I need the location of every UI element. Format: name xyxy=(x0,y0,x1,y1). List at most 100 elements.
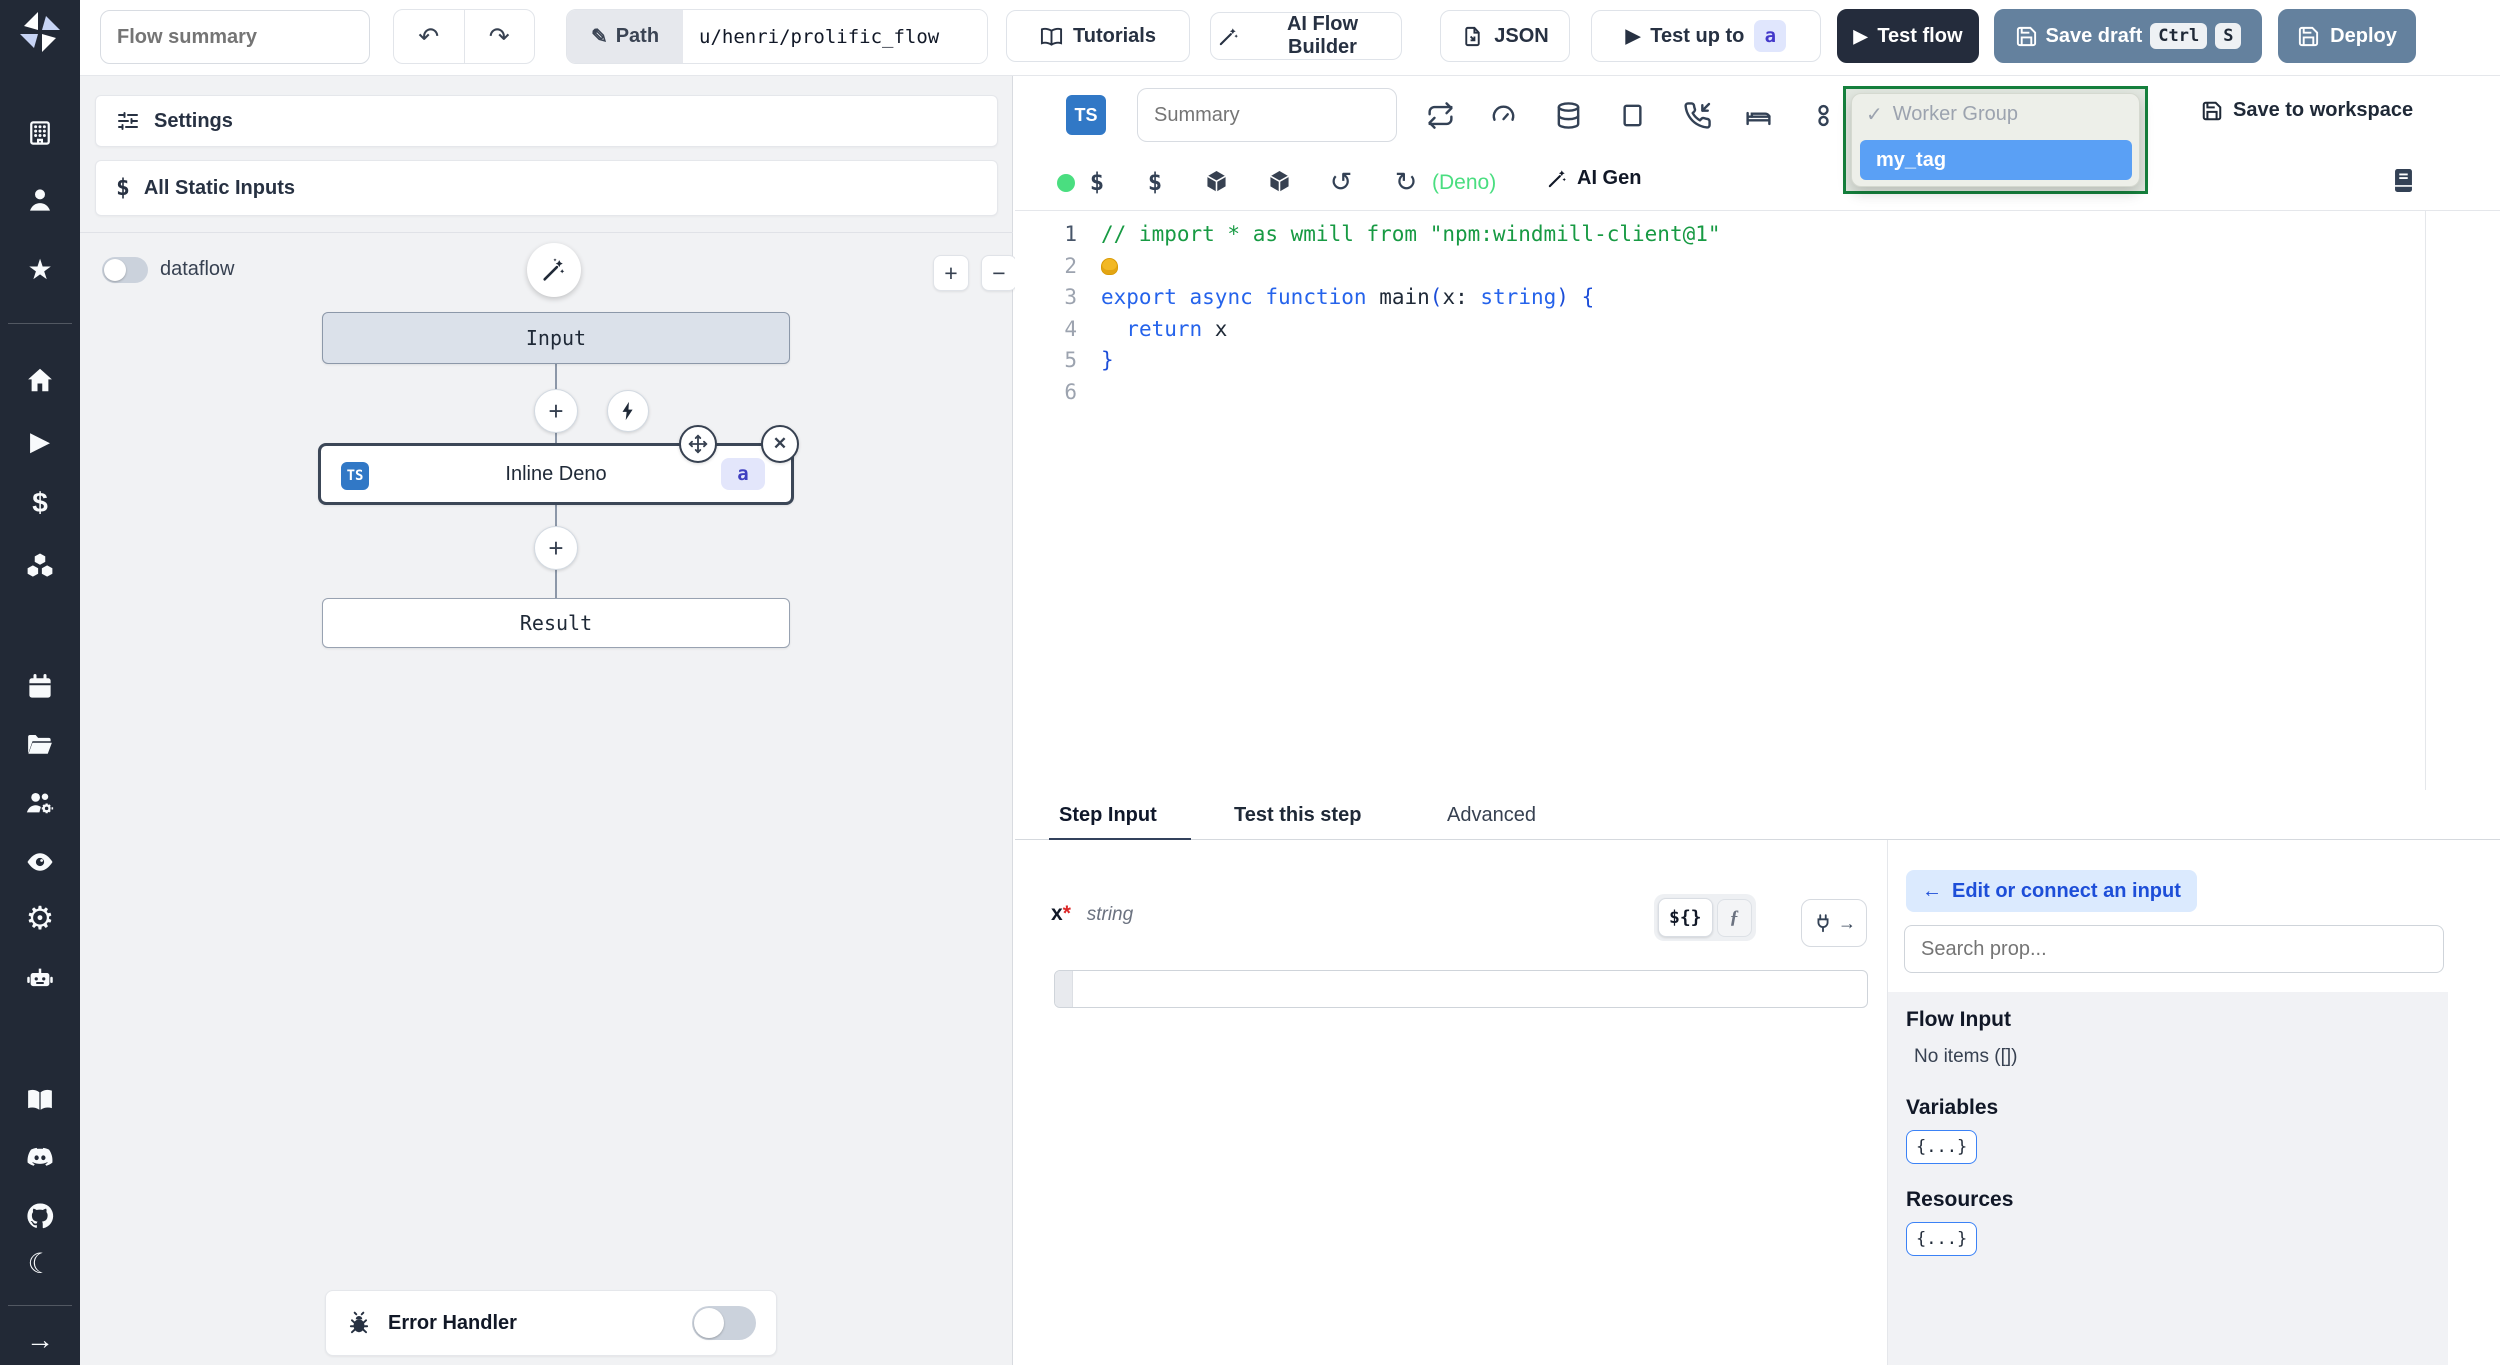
node-inline-deno[interactable]: TS Inline Deno a xyxy=(318,443,794,505)
flow-input-empty: No items ([]) xyxy=(1914,1046,2018,1067)
resources-object-button[interactable]: {...} xyxy=(1906,1222,1978,1256)
flow-settings-button[interactable]: Settings xyxy=(95,95,998,147)
variables-dollar-icon[interactable]: $ xyxy=(1079,164,1115,200)
ai-gen-button[interactable]: AI Gen xyxy=(1540,166,1647,191)
windmill-logo-icon[interactable] xyxy=(16,8,64,56)
summary-input[interactable] xyxy=(1137,88,1397,142)
save-icon xyxy=(2297,25,2320,48)
node-result[interactable]: Result xyxy=(322,598,790,648)
add-step-button[interactable]: + xyxy=(534,389,578,433)
save-icon xyxy=(2201,100,2223,122)
prop-picker-panel: ← Edit or connect an input Flow Input No… xyxy=(1887,840,2500,1365)
path-button[interactable]: ✎ Path xyxy=(567,10,683,63)
add-step-button[interactable]: + xyxy=(534,526,578,570)
undo-button[interactable]: ↶ xyxy=(394,10,465,63)
save-icon xyxy=(2015,25,2038,48)
folders-icon[interactable] xyxy=(22,727,58,763)
tab-test-this-step[interactable]: Test this step xyxy=(1234,790,1361,840)
dollar-icon: $ xyxy=(116,175,130,201)
play-icon: ▶ xyxy=(1853,25,1868,46)
docs-book-icon[interactable] xyxy=(22,1082,58,1118)
worker-tag-option-selected[interactable]: my_tag xyxy=(1860,140,2132,180)
json-button[interactable]: JSON xyxy=(1440,10,1570,62)
deno-lang-hint: (Deno) xyxy=(1432,171,1497,194)
flow-summary-input[interactable] xyxy=(100,10,370,64)
tutorials-button[interactable]: Tutorials xyxy=(1006,10,1190,62)
zoom-out-button[interactable]: − xyxy=(981,255,1017,291)
all-static-inputs-button[interactable]: $ All Static Inputs xyxy=(95,160,998,216)
test-flow-button[interactable]: ▶ Test flow xyxy=(1837,9,1979,63)
typescript-badge: TS xyxy=(341,462,369,490)
dataflow-toggle[interactable] xyxy=(102,257,148,283)
save-draft-button[interactable]: Save draft Ctrl S xyxy=(1994,9,2262,63)
variables-dollar-icon[interactable]: $ xyxy=(22,485,58,521)
redo-button[interactable]: ↷ xyxy=(465,10,535,63)
resources-boxes-icon[interactable] xyxy=(22,548,58,584)
field-label: x* string xyxy=(1051,902,1133,926)
editor-gutter xyxy=(1055,971,1073,1007)
cache-database-icon[interactable] xyxy=(1550,97,1586,133)
tab-step-input[interactable]: Step Input xyxy=(1049,790,1191,841)
static-dollar-icon[interactable]: $ xyxy=(1137,164,1173,200)
package-cube-icon[interactable] xyxy=(1198,164,1234,200)
test-up-to-button[interactable]: ▶ Test up to a xyxy=(1591,10,1821,62)
edit-or-connect-button[interactable]: ← Edit or connect an input xyxy=(1906,870,2197,912)
concurrency-voicemail-icon[interactable] xyxy=(1805,97,1841,133)
value-editor[interactable] xyxy=(1054,970,1868,1008)
zoom-in-button[interactable]: + xyxy=(933,255,969,291)
expr-mode-button[interactable]: ${} xyxy=(1658,898,1713,937)
move-step-button[interactable] xyxy=(679,425,717,463)
tab-advanced[interactable]: Advanced xyxy=(1447,790,1536,840)
sidebar-divider xyxy=(8,323,72,324)
collapse-arrow-icon[interactable]: → xyxy=(22,1322,58,1358)
discord-icon[interactable] xyxy=(22,1140,58,1176)
github-icon[interactable] xyxy=(22,1198,58,1234)
groups-icon[interactable] xyxy=(22,785,58,821)
suspend-phone-icon[interactable] xyxy=(1679,97,1715,133)
settings-gear-icon[interactable]: ⚙ xyxy=(22,900,58,936)
ai-flow-builder-button[interactable]: AI Flow Builder xyxy=(1210,12,1402,60)
code-editor[interactable]: 123456 // import * as wmill from "npm:wi… xyxy=(1015,210,2500,791)
home-icon[interactable] xyxy=(22,362,58,398)
lang-ready-dot xyxy=(1057,174,1075,192)
book-open-icon xyxy=(1040,25,1063,48)
connect-input-button[interactable]: → xyxy=(1801,899,1867,947)
kbd-s: S xyxy=(2215,23,2242,49)
package-cube-icon[interactable] xyxy=(1261,164,1297,200)
ai-robot-icon[interactable] xyxy=(22,960,58,996)
sleep-bed-icon[interactable] xyxy=(1740,97,1776,133)
favorites-star-icon[interactable]: ★ xyxy=(22,252,58,288)
save-to-workspace-button[interactable]: Save to workspace xyxy=(2195,98,2419,123)
error-handler-toggle[interactable] xyxy=(692,1306,756,1340)
panel-divider xyxy=(80,232,1013,233)
mock-square-icon[interactable] xyxy=(1614,97,1650,133)
reload-rotate-cw-icon[interactable]: ↻ xyxy=(1388,164,1424,200)
magic-wand-icon xyxy=(1546,167,1569,190)
runs-play-icon[interactable]: ▶ xyxy=(22,423,58,459)
node-input[interactable]: Input xyxy=(322,312,790,364)
delete-step-button[interactable]: ✕ xyxy=(761,425,799,463)
worker-group-option[interactable]: ✓ Worker Group xyxy=(1866,102,2018,127)
search-prop-input[interactable] xyxy=(1904,925,2444,973)
audit-eye-icon[interactable] xyxy=(22,844,58,880)
value-input[interactable] xyxy=(1081,971,1851,1007)
variables-object-button[interactable]: {...} xyxy=(1906,1130,1978,1164)
gauge-icon[interactable] xyxy=(1485,97,1521,133)
user-icon[interactable] xyxy=(22,182,58,218)
lightbulb-icon[interactable] xyxy=(1101,257,1118,275)
dark-mode-moon-icon[interactable]: ☾ xyxy=(22,1246,58,1282)
error-handler-card[interactable]: Error Handler xyxy=(325,1290,777,1356)
step-input-panel: x* string ${} ƒ → xyxy=(1015,840,1887,1365)
library-book-icon[interactable] xyxy=(2385,162,2421,198)
reset-rotate-ccw-icon[interactable]: ↺ xyxy=(1323,164,1359,200)
fx-mode-button[interactable]: ƒ xyxy=(1716,898,1753,937)
editor-toolbar: TS Save to workspace xyxy=(1015,76,2500,210)
step-id-badge: a xyxy=(1754,20,1787,52)
retry-repeat-icon[interactable] xyxy=(1422,97,1458,133)
path-input[interactable] xyxy=(683,10,987,63)
deploy-button[interactable]: Deploy xyxy=(2278,9,2416,63)
workspace-building-icon[interactable] xyxy=(22,115,58,151)
trigger-bolt-button[interactable] xyxy=(607,390,649,432)
graph-ai-wand-button[interactable] xyxy=(527,243,581,297)
schedules-calendar-icon[interactable] xyxy=(22,669,58,705)
